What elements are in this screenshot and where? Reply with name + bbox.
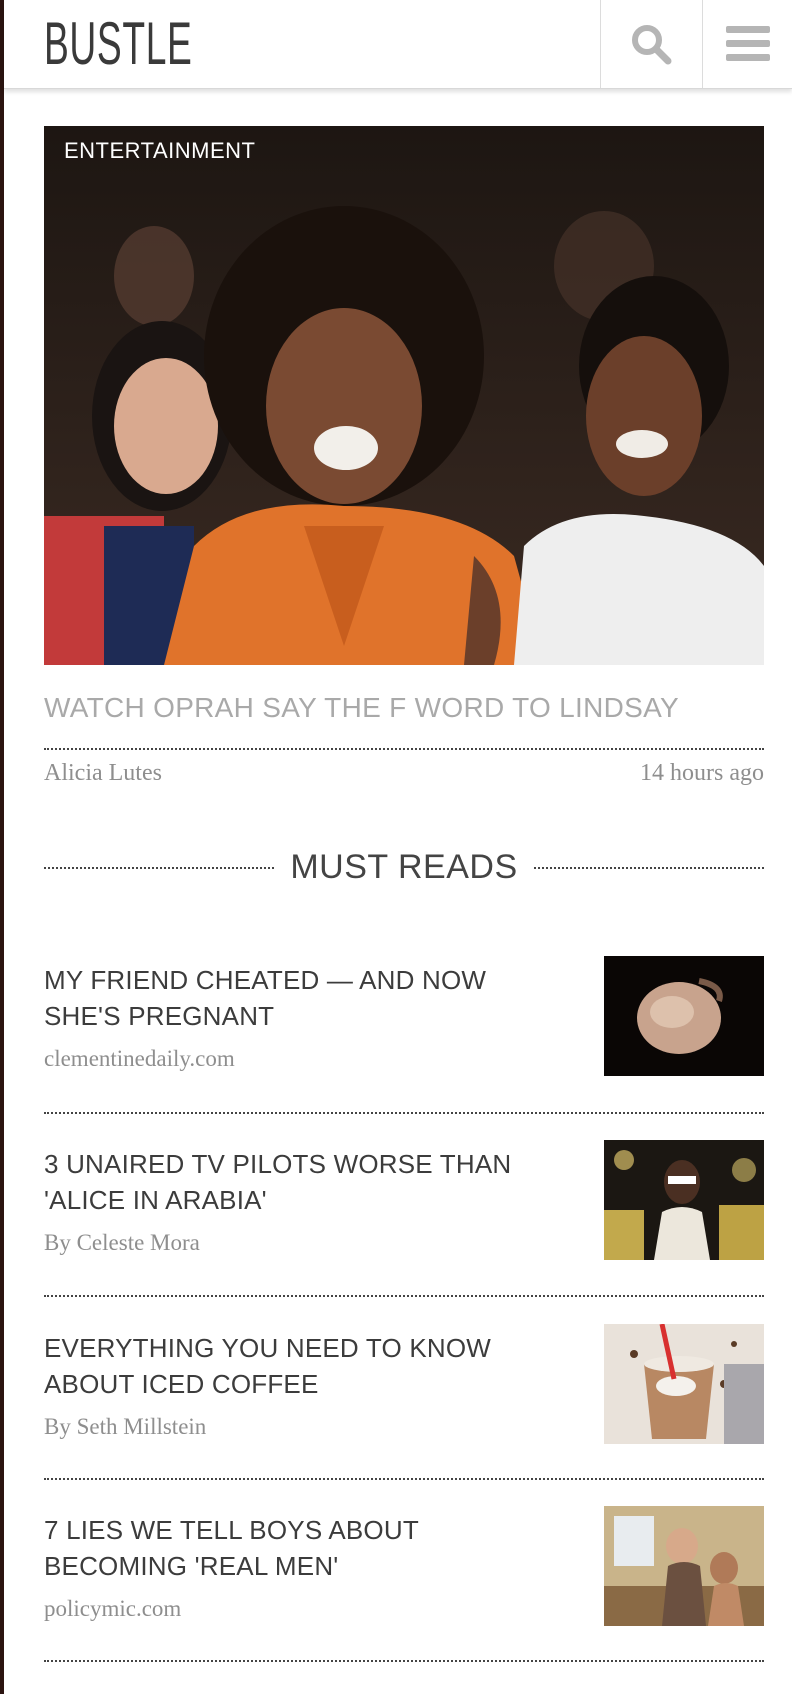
article-title[interactable]: 3 UNAIRED TV PILOTS WORSE THAN 'ALICE IN… xyxy=(44,1146,564,1218)
article-thumbnail[interactable] xyxy=(604,1506,764,1626)
article-thumbnail[interactable] xyxy=(604,1324,764,1444)
article-author[interactable]: By Celeste Mora xyxy=(44,1230,200,1256)
author-link[interactable]: Alicia Lutes xyxy=(44,760,162,787)
article-title[interactable]: EVERYTHING YOU NEED TO KNOW ABOUT ICED C… xyxy=(44,1330,564,1402)
search-icon xyxy=(632,25,672,65)
item-divider xyxy=(44,1660,764,1662)
item-divider xyxy=(44,1295,764,1297)
hamburger-menu-icon xyxy=(726,26,770,61)
site-header: BUSTLE xyxy=(4,0,792,89)
item-divider xyxy=(44,1478,764,1480)
hero-photo xyxy=(44,126,764,665)
list-item[interactable]: 7 LIES WE TELL BOYS ABOUT BECOMING 'REAL… xyxy=(44,1506,764,1662)
menu-button[interactable] xyxy=(702,0,792,88)
article-thumbnail[interactable] xyxy=(604,956,764,1076)
article-title[interactable]: 7 LIES WE TELL BOYS ABOUT BECOMING 'REAL… xyxy=(44,1512,564,1584)
post-time: 14 hours ago xyxy=(640,760,764,786)
heading-rule-right xyxy=(534,867,764,869)
list-item[interactable]: MY FRIEND CHEATED — AND NOW SHE'S PREGNA… xyxy=(44,956,764,1112)
article-source: clementinedaily.com xyxy=(44,1046,235,1071)
list-item[interactable]: 3 UNAIRED TV PILOTS WORSE THAN 'ALICE IN… xyxy=(44,1140,764,1296)
hero-image[interactable]: ENTERTAINMENT xyxy=(44,126,764,665)
item-divider xyxy=(44,1112,764,1114)
article-title[interactable]: MY FRIEND CHEATED — AND NOW SHE'S PREGNA… xyxy=(44,962,564,1034)
hero-headline-link[interactable]: WATCH OPRAH SAY THE F WORD TO LINDSAY xyxy=(44,692,764,724)
search-button[interactable] xyxy=(600,0,701,88)
category-label[interactable]: ENTERTAINMENT xyxy=(64,138,255,164)
must-reads-heading: MUST READS xyxy=(44,848,764,888)
hero-divider xyxy=(44,748,764,750)
list-item[interactable]: EVERYTHING YOU NEED TO KNOW ABOUT ICED C… xyxy=(44,1324,764,1480)
article-author[interactable]: By Seth Millstein xyxy=(44,1414,206,1440)
bustle-logo[interactable]: BUSTLE xyxy=(44,12,192,76)
left-edge-bar xyxy=(0,0,4,1694)
article-source: policymic.com xyxy=(44,1596,182,1621)
article-thumbnail[interactable] xyxy=(604,1140,764,1260)
